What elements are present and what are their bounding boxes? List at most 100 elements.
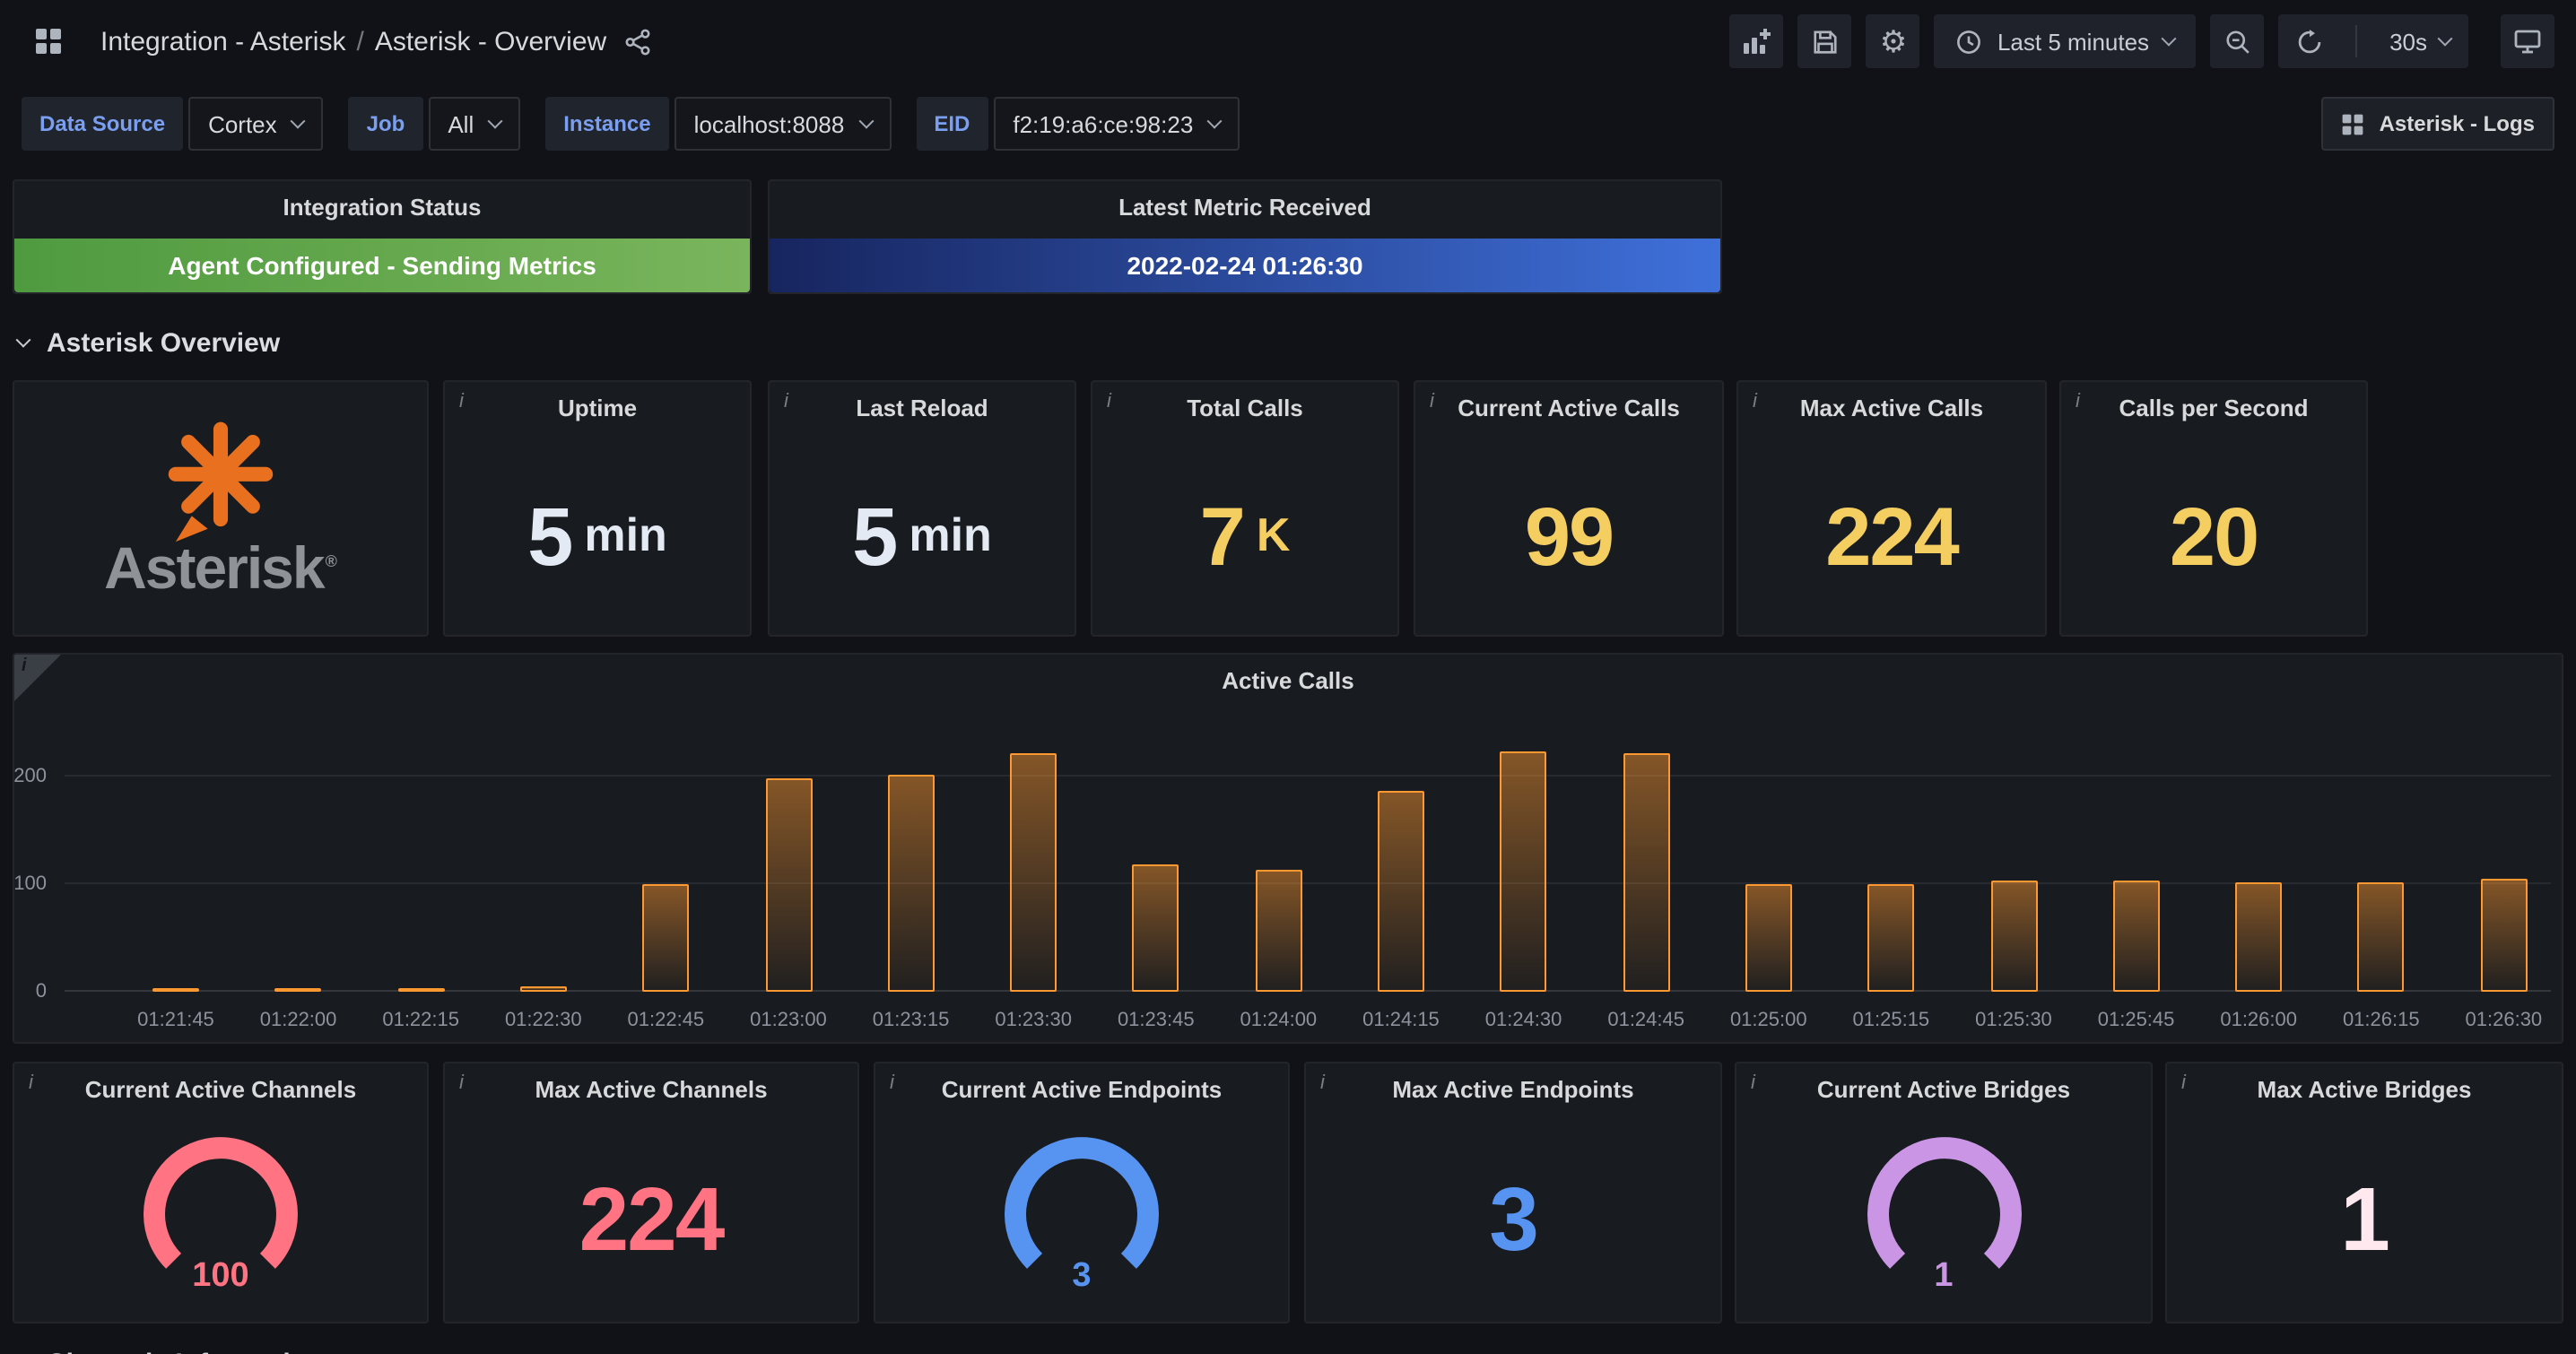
- variable-label[interactable]: Data Source: [22, 97, 183, 151]
- panel-current-active-bridges: iCurrent Active Bridges1: [1735, 1062, 2153, 1324]
- registered-icon: ®: [326, 551, 337, 569]
- active-calls-bar[interactable]: [1133, 864, 1179, 992]
- section-row-channels-information[interactable]: Channels Information: [18, 1340, 323, 1354]
- panel-total-calls: iTotal Calls7K: [1091, 380, 1399, 637]
- top-nav: Integration - Asterisk / Asterisk - Over…: [0, 0, 2576, 82]
- variable-value-dropdown[interactable]: Cortex: [188, 97, 324, 151]
- variable-eid: EID f2:19:a6:ce:98:23: [916, 97, 1240, 151]
- panel-title: Max Active Channels: [445, 1076, 857, 1103]
- asterisk-logo: Asterisk®: [14, 382, 427, 635]
- monitor-icon: [2513, 27, 2542, 56]
- active-calls-bar[interactable]: [1378, 791, 1424, 992]
- refresh-interval-dropdown[interactable]: 30s: [2371, 14, 2468, 68]
- panel-title: Total Calls: [1092, 395, 1397, 421]
- active-calls-bar[interactable]: [765, 777, 812, 992]
- active-calls-bar[interactable]: [1010, 754, 1057, 992]
- save-icon: [1812, 28, 1839, 55]
- panel-title: Current Active Channels: [14, 1076, 427, 1103]
- chevron-down-icon: [858, 114, 874, 129]
- x-axis-label: 01:23:45: [1093, 1010, 1219, 1031]
- panel-title: Max Active Bridges: [2167, 1076, 2562, 1103]
- active-calls-bar[interactable]: [2480, 879, 2527, 992]
- variable-label[interactable]: EID: [916, 97, 988, 151]
- stat-number: 5: [852, 487, 896, 584]
- x-axis-label: 01:24:30: [1461, 1010, 1587, 1031]
- share-button[interactable]: [617, 22, 657, 61]
- refresh-button[interactable]: [2278, 14, 2341, 68]
- variable-label[interactable]: Instance: [545, 97, 668, 151]
- active-calls-bar[interactable]: [2235, 882, 2282, 992]
- breadcrumb-separator: /: [356, 26, 363, 56]
- stat-number: 3: [1489, 1167, 1537, 1272]
- stat-value: 224: [445, 1117, 857, 1322]
- variable-value-dropdown[interactable]: All: [428, 97, 520, 151]
- stat-value: 3: [1306, 1117, 1720, 1322]
- x-axis-label: 01:25:00: [1706, 1010, 1832, 1031]
- active-calls-bar[interactable]: [642, 884, 689, 992]
- section-title: Channels Information: [47, 1348, 323, 1354]
- apps-menu-button[interactable]: [22, 14, 75, 68]
- active-calls-bar[interactable]: [2358, 882, 2405, 992]
- panel-latest-metric-received: Latest Metric Received 2022-02-24 01:26:…: [768, 179, 1722, 294]
- active-calls-bar[interactable]: [275, 988, 322, 992]
- panel-info-corner[interactable]: i: [14, 655, 61, 701]
- breadcrumb-folder[interactable]: Integration - Asterisk: [100, 26, 345, 56]
- active-calls-bar[interactable]: [520, 986, 567, 992]
- variables-bar: Data SourceCortex JobAll Instancelocalhost…: [0, 82, 2576, 165]
- zoom-out-button[interactable]: [2210, 14, 2264, 68]
- active-calls-bar[interactable]: [152, 988, 199, 992]
- dashboard-canvas: Integration Status Agent Configured - Se…: [0, 165, 2576, 1354]
- x-axis-label: 01:23:15: [849, 1010, 974, 1031]
- panel-add-icon: [1743, 27, 1771, 56]
- active-calls-plot: 010020001:21:4501:22:0001:22:1501:22:300…: [14, 655, 2562, 1042]
- active-calls-bar[interactable]: [1745, 884, 1792, 992]
- panel-current-active-endpoints: iCurrent Active Endpoints3: [874, 1062, 1290, 1324]
- asterisk-logs-link[interactable]: Asterisk - Logs: [2322, 97, 2554, 151]
- variable-value-dropdown[interactable]: f2:19:a6:ce:98:23: [993, 97, 1240, 151]
- stat-value: 224: [1738, 436, 2045, 635]
- stat-number: 7: [1200, 487, 1244, 584]
- add-panel-button[interactable]: [1730, 14, 1784, 68]
- panel-title: Uptime: [445, 395, 750, 421]
- active-calls-bar[interactable]: [1990, 881, 2037, 992]
- tv-mode-button[interactable]: [2501, 14, 2554, 68]
- refresh-interval-label: 30s: [2389, 28, 2427, 55]
- variable-data-source: Data SourceCortex: [22, 97, 324, 151]
- save-dashboard-button[interactable]: [1798, 14, 1852, 68]
- zoom-out-icon: [2224, 28, 2250, 55]
- time-range-picker[interactable]: Last 5 minutes: [1935, 14, 2196, 68]
- stat-value: 20: [2061, 436, 2366, 635]
- variable-value-text: f2:19:a6:ce:98:23: [1013, 110, 1193, 137]
- stat-number: 5: [527, 487, 571, 584]
- chevron-down-icon: [2162, 31, 2177, 47]
- gauge-value: 1: [1840, 1257, 2048, 1297]
- active-calls-bar[interactable]: [1867, 884, 1914, 992]
- integration-status-text: Agent Configured - Sending Metrics: [168, 251, 596, 280]
- variable-value-dropdown[interactable]: localhost:8088: [674, 97, 892, 151]
- active-calls-bar[interactable]: [888, 776, 935, 992]
- dashboard-settings-button[interactable]: ⚙: [1867, 14, 1920, 68]
- asterisk-logs-label: Asterisk - Logs: [2380, 111, 2535, 136]
- active-calls-bar[interactable]: [397, 988, 444, 992]
- stat-value: 7K: [1092, 436, 1397, 635]
- panel-active-calls: i Active Calls 010020001:21:4501:22:0001…: [13, 653, 2563, 1044]
- x-axis-label: 01:22:30: [481, 1010, 606, 1031]
- active-calls-bar[interactable]: [1623, 753, 1669, 992]
- asterisk-logo-icon: [144, 415, 298, 544]
- gauge-inner: 100: [117, 1128, 325, 1300]
- chevron-down-icon: [488, 114, 503, 129]
- variable-label[interactable]: Job: [349, 97, 423, 151]
- active-calls-bar[interactable]: [1255, 869, 1301, 992]
- x-axis-label: 01:23:30: [970, 1010, 1096, 1031]
- x-axis-label: 01:22:45: [603, 1010, 728, 1031]
- panel-max-active-endpoints: iMax Active Endpoints3: [1304, 1062, 1722, 1324]
- grafana-dashboard: Integration - Asterisk / Asterisk - Over…: [0, 0, 2576, 1354]
- panel-max-active-calls: iMax Active Calls224: [1736, 380, 2047, 637]
- breadcrumb-dashboard[interactable]: Asterisk - Overview: [375, 26, 606, 56]
- section-row-asterisk-overview[interactable]: Asterisk Overview: [18, 319, 280, 366]
- active-calls-bar[interactable]: [2113, 881, 2160, 992]
- x-axis-label: 01:24:00: [1215, 1010, 1341, 1031]
- stat-unit: K: [1257, 508, 1291, 563]
- stat-number: 224: [579, 1167, 724, 1272]
- active-calls-bar[interactable]: [1501, 751, 1547, 992]
